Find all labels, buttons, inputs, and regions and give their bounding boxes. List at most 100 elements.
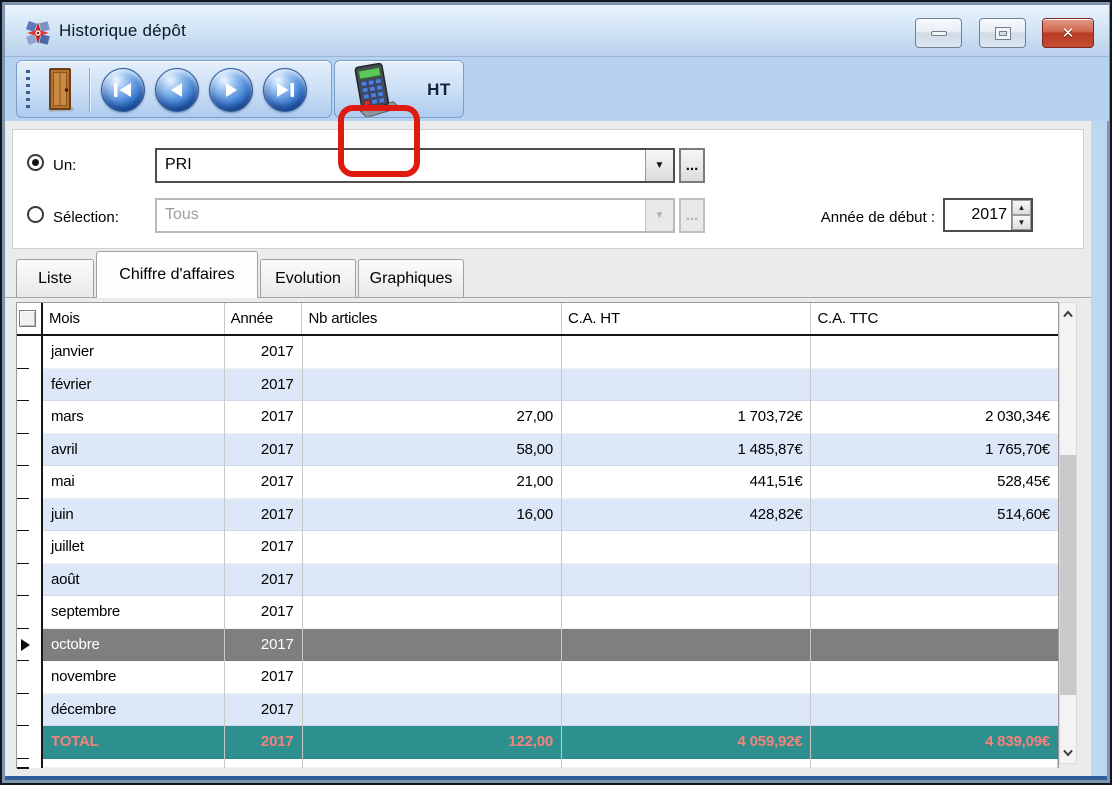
- first-record-icon: [113, 82, 133, 98]
- row-gutter[interactable]: [17, 596, 43, 629]
- cell-mois: août: [43, 564, 225, 597]
- cell-mois: novembre: [43, 661, 225, 694]
- cell-annee: 2017: [225, 434, 303, 467]
- column-header-ca-ht[interactable]: C.A. HT: [562, 303, 812, 334]
- table-row[interactable]: octobre 2017: [17, 629, 1058, 662]
- toolbar-drag-handle[interactable]: [26, 70, 30, 112]
- table-header: Mois Année Nb articles C.A. HT C.A. TTC: [17, 303, 1058, 336]
- tab-chiffre-daffaires[interactable]: Chiffre d'affaires: [96, 251, 258, 298]
- select-all-checkbox[interactable]: [19, 310, 36, 327]
- app-window: Historique dépôt ✕: [0, 0, 1112, 785]
- next-record-button[interactable]: [209, 68, 253, 112]
- previous-record-button[interactable]: [155, 68, 199, 112]
- row-gutter[interactable]: [17, 531, 43, 564]
- row-gutter[interactable]: [17, 499, 43, 532]
- table-row[interactable]: mars 2017 27,00 1 703,72€ 2 030,34€: [17, 401, 1058, 434]
- cell-mois: mars: [43, 401, 225, 434]
- row-gutter[interactable]: [17, 401, 43, 434]
- radio-un-label: Un:: [53, 157, 76, 174]
- filter-panel: Un: PRI ▼ ... Sélection: Tous ▼ ... Anné…: [12, 129, 1084, 249]
- close-icon: ✕: [1062, 26, 1075, 41]
- row-gutter[interactable]: [17, 564, 43, 597]
- cell-annee: 2017: [225, 564, 303, 597]
- column-header-mois[interactable]: Mois: [43, 303, 225, 334]
- start-year-value: 2017: [945, 200, 1011, 230]
- cell-ca-ht: [562, 564, 812, 597]
- tab-liste[interactable]: Liste: [16, 259, 94, 298]
- table-row[interactable]: juillet 2017: [17, 531, 1058, 564]
- first-record-button[interactable]: [101, 68, 145, 112]
- next-record-icon: [221, 82, 241, 98]
- row-gutter[interactable]: [17, 466, 43, 499]
- cell-mois: décembre: [43, 694, 225, 727]
- cell-mois: juillet: [43, 531, 225, 564]
- table-row[interactable]: décembre 2017: [17, 694, 1058, 727]
- column-header-annee[interactable]: Année: [225, 303, 303, 334]
- close-button[interactable]: ✕: [1042, 18, 1094, 48]
- cell-ca-ttc: 514,60€: [811, 499, 1058, 532]
- selection-browse-button: ...: [679, 198, 705, 233]
- column-header-nb-articles[interactable]: Nb articles: [302, 303, 562, 334]
- row-gutter[interactable]: [17, 434, 43, 467]
- cell-nb-articles: 122,00: [303, 726, 562, 759]
- scroll-up-button[interactable]: [1060, 305, 1076, 322]
- radio-un-dot: [32, 159, 39, 166]
- toolbar-separator: [89, 68, 90, 112]
- minimize-button[interactable]: [915, 18, 962, 48]
- radio-selection[interactable]: [27, 206, 44, 223]
- cell-ca-ttc: [811, 759, 1058, 768]
- cell-nb-articles: [303, 336, 562, 369]
- row-gutter: [17, 726, 43, 759]
- cell-annee: 2017: [225, 596, 303, 629]
- cell-nb-articles: [303, 564, 562, 597]
- cell-ca-ttc: 2 030,34€: [811, 401, 1058, 434]
- header-gutter: [17, 303, 43, 334]
- radio-un[interactable]: [27, 154, 44, 171]
- scroll-down-button[interactable]: [1060, 744, 1076, 761]
- row-gutter[interactable]: [17, 694, 43, 727]
- scroll-up-icon: [1062, 310, 1074, 318]
- cell-ca-ttc: [811, 661, 1058, 694]
- depot-browse-button[interactable]: ...: [679, 148, 705, 183]
- row-gutter[interactable]: [17, 661, 43, 694]
- depot-dropdown-button[interactable]: ▼: [645, 150, 673, 181]
- table-row[interactable]: septembre 2017: [17, 596, 1058, 629]
- table-row[interactable]: mai 2017 21,00 441,51€ 528,45€: [17, 466, 1058, 499]
- exit-door-icon[interactable]: [43, 67, 77, 113]
- table-row[interactable]: novembre 2017: [17, 661, 1058, 694]
- table-rows: janvier 2017 février 2017 mars 2017 27,0…: [17, 336, 1058, 726]
- table-row[interactable]: juin 2017 16,00 428,82€ 514,60€: [17, 499, 1058, 532]
- table-row[interactable]: janvier 2017: [17, 336, 1058, 369]
- cell-ca-ttc: 1 765,70€: [811, 434, 1058, 467]
- cell-annee: 2017: [225, 661, 303, 694]
- cell-ca-ht: 1 703,72€: [562, 401, 812, 434]
- cell-annee: 2017: [225, 726, 303, 759]
- table-total-row[interactable]: TOTAL 2017 122,00 4 059,92€ 4 839,09€: [17, 726, 1058, 759]
- scrollbar-thumb[interactable]: [1060, 455, 1076, 695]
- tab-evolution[interactable]: Evolution: [260, 259, 356, 298]
- maximize-button[interactable]: [979, 18, 1026, 48]
- cell-annee: 2017: [225, 466, 303, 499]
- table-row[interactable]: février 2017: [17, 369, 1058, 402]
- vertical-scrollbar[interactable]: [1059, 302, 1077, 764]
- spinner-up-button[interactable]: ▲: [1012, 200, 1031, 215]
- app-icon: [25, 20, 51, 46]
- row-gutter[interactable]: [17, 629, 43, 662]
- cell-nb-articles: [303, 369, 562, 402]
- selection-combobox: Tous ▼: [155, 198, 675, 233]
- column-header-ca-ttc[interactable]: C.A. TTC: [811, 303, 1058, 334]
- cell-nb-articles: [303, 694, 562, 727]
- start-year-spinbox[interactable]: 2017 ▲ ▼: [943, 198, 1033, 232]
- cell-ca-ht: [562, 531, 812, 564]
- table-row[interactable]: août 2017: [17, 564, 1058, 597]
- cell-ca-ht: [562, 694, 812, 727]
- cell-ca-ht: [562, 629, 812, 662]
- row-gutter[interactable]: [17, 336, 43, 369]
- tab-graphiques[interactable]: Graphiques: [358, 259, 464, 298]
- row-gutter[interactable]: [17, 369, 43, 402]
- spinner-down-button[interactable]: ▼: [1012, 215, 1031, 230]
- cell-nb-articles: [303, 596, 562, 629]
- cell-nb-articles: 21,00: [303, 466, 562, 499]
- last-record-button[interactable]: [263, 68, 307, 112]
- table-row[interactable]: avril 2017 58,00 1 485,87€ 1 765,70€: [17, 434, 1058, 467]
